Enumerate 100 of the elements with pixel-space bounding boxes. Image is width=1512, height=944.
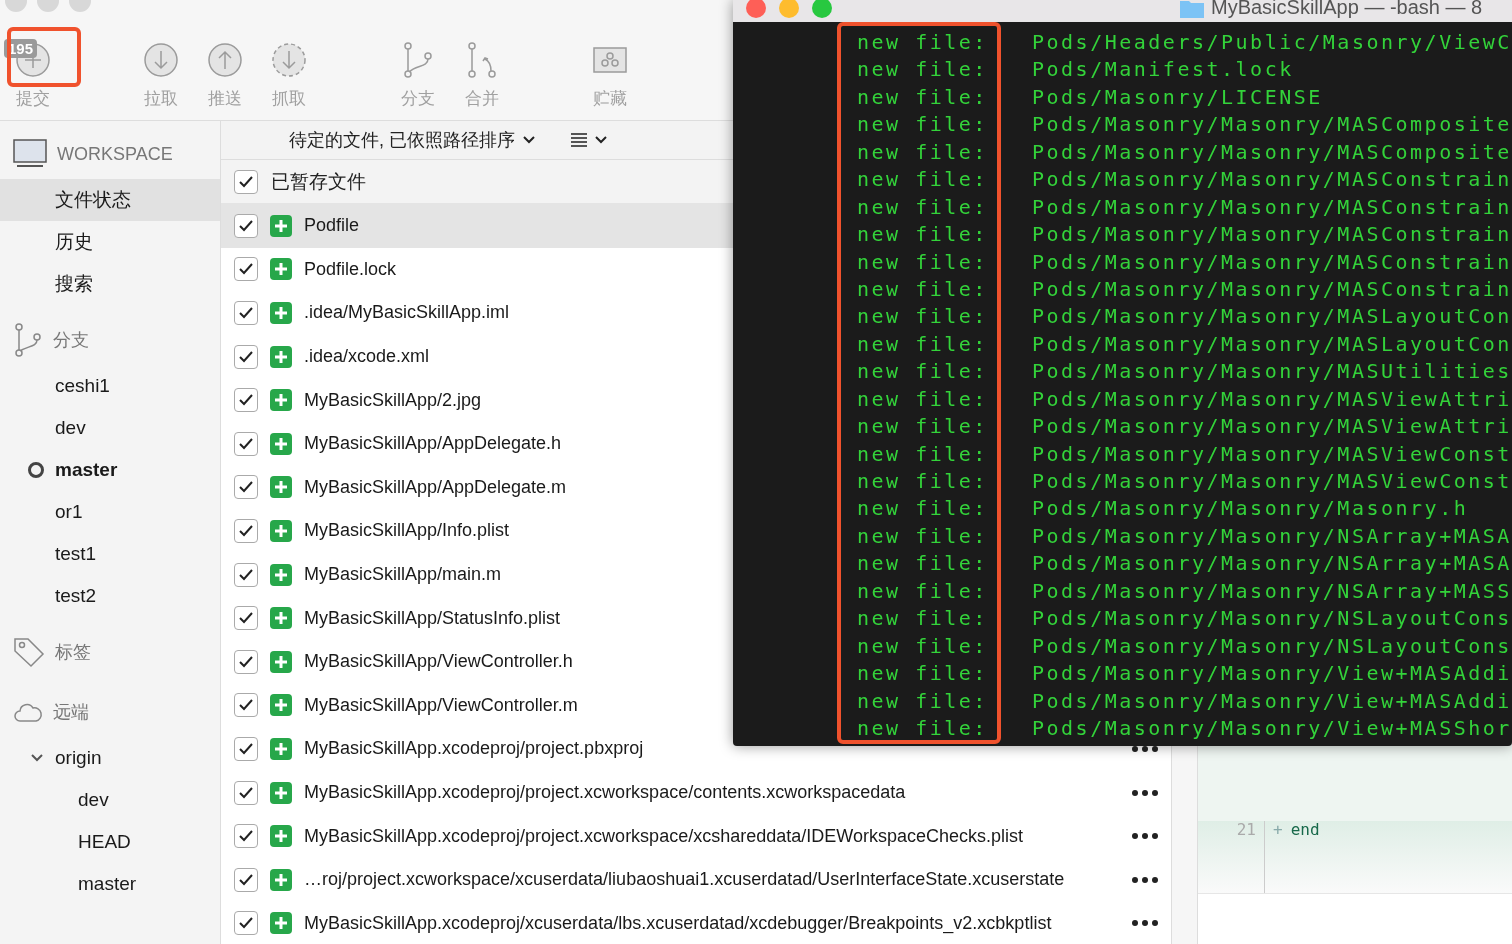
view-mode-dropdown[interactable] — [571, 133, 607, 147]
checkbox[interactable] — [234, 867, 258, 892]
checkmark-icon — [239, 307, 253, 319]
remote-item[interactable]: origin — [0, 737, 220, 779]
checkbox[interactable] — [234, 431, 258, 456]
remote-branch-item[interactable]: dev — [0, 779, 220, 821]
status-text: new file: — [856, 29, 989, 56]
window-title: MyBasicSkillApp — -bash — 8 — [1211, 0, 1483, 19]
file-path: MyBasicSkillApp/AppDelegate.m — [304, 476, 567, 498]
file-path: Pods/Masonry/Masonry/Masonry.h — [1032, 495, 1469, 523]
file-path: Pods/Masonry/Masonry/MASConstrain — [1032, 275, 1512, 303]
checkbox[interactable] — [234, 606, 258, 631]
status-text: new file: — [856, 111, 989, 139]
status-text: new file: — [856, 248, 989, 276]
chevron-icon — [31, 754, 43, 762]
branch-item[interactable]: ceshi1 — [0, 365, 220, 407]
checkbox[interactable] — [234, 736, 258, 761]
current-branch-icon — [28, 462, 44, 478]
checkbox[interactable] — [234, 693, 258, 718]
status-text: new file: — [856, 632, 989, 660]
checkbox[interactable] — [234, 780, 258, 805]
checkmark-icon — [239, 263, 253, 276]
status-text: new file: — [856, 56, 989, 84]
added-file-icon — [270, 476, 292, 499]
checkbox[interactable] — [234, 213, 258, 238]
file-path: Pods/Masonry/Masonry/NSLayoutCons — [1032, 605, 1512, 633]
checkbox[interactable] — [234, 518, 258, 543]
group-header: 已暂存文件 — [271, 169, 366, 194]
file-path: Podfile — [304, 215, 360, 237]
remote-branch-item[interactable]: master — [0, 863, 220, 905]
file-path: Pods/Masonry/Masonry/MASLayoutCon — [1032, 303, 1512, 331]
file-path: Pods/Masonry/Masonry/MASConstrain — [1032, 166, 1512, 194]
more-button[interactable] — [1132, 876, 1158, 883]
file-path: Pods/Headers/Public/Masonry/ViewC — [1032, 29, 1512, 56]
file-row[interactable]: Podfile — [221, 204, 733, 248]
file-path: Pods/Masonry/Masonry/MASViewAttri — [1032, 385, 1512, 413]
file-path: Pods/Masonry/Masonry/View+MASShor — [1032, 714, 1512, 742]
file-path: Pods/Masonry/Masonry/MASComposite — [1032, 111, 1512, 139]
more-button[interactable] — [1132, 833, 1158, 840]
remote-branch-item[interactable]: HEAD — [0, 821, 220, 863]
checkbox[interactable] — [234, 824, 258, 849]
chevron-down-icon — [523, 136, 535, 144]
added-file-icon — [270, 912, 292, 935]
checkmark-icon — [239, 873, 253, 886]
status-text: new file: — [856, 385, 989, 413]
more-button[interactable] — [1132, 920, 1158, 927]
checkbox[interactable] — [234, 169, 258, 194]
branch-item[interactable]: or1 — [0, 491, 220, 533]
checkmark-icon — [239, 612, 253, 625]
checkbox[interactable] — [234, 475, 258, 500]
file-path: Pods/Masonry/Masonry/MASViewAttri — [1032, 413, 1512, 441]
sort-dropdown[interactable]: 待定的文件, 已依照路径排序 — [289, 128, 535, 152]
status-text: new file: — [856, 330, 989, 358]
status-text: new file: — [856, 577, 989, 605]
status-text: new file: — [856, 550, 989, 578]
list-icon — [571, 133, 587, 147]
file-path: MyBasicSkillApp.xcodeproj/xcuserdata/lbs.xcuserdatad/xcdebugger/Breakpoints_v2.xcbkptlist — [304, 912, 1052, 934]
checkbox[interactable] — [234, 344, 258, 369]
checkmark-icon — [239, 917, 253, 930]
checkmark-icon — [239, 437, 253, 450]
file-path: Pods/Masonry/Masonry/MASConstrain — [1032, 193, 1512, 221]
checkbox[interactable] — [234, 911, 258, 936]
section-title: 标签 — [55, 641, 91, 664]
file-path: Pods/Masonry/Masonry/NSLayoutCons — [1032, 632, 1512, 660]
branch-item[interactable]: dev — [0, 407, 220, 449]
status-text: new file: — [856, 660, 989, 688]
checkmark-icon — [239, 394, 253, 407]
branch-item[interactable]: test2 — [0, 575, 220, 617]
cloud-icon — [13, 701, 43, 723]
checkmark-icon — [239, 830, 253, 843]
tag-icon — [13, 636, 45, 668]
file-path: Pods/Masonry/Masonry/NSArray+MASS — [1032, 577, 1512, 605]
more-button[interactable] — [1132, 745, 1158, 752]
file-path: Pods/Masonry/Masonry/MASViewConst — [1032, 468, 1512, 495]
checkbox[interactable] — [234, 301, 258, 325]
file-path: Pods/Masonry/Masonry/NSArray+MASA — [1032, 550, 1512, 578]
monitor-icon — [13, 139, 47, 169]
checkbox[interactable] — [234, 257, 258, 282]
chevron-down-icon — [595, 136, 607, 144]
nav-item[interactable]: 历史 — [0, 221, 220, 263]
status-text: new file: — [856, 221, 989, 249]
nav-item[interactable]: 文件状态 — [0, 179, 220, 221]
checkmark-icon — [239, 568, 253, 581]
status-text: new file: — [856, 468, 989, 495]
branch-item[interactable]: master — [0, 449, 220, 491]
checkbox[interactable] — [234, 562, 258, 587]
file-path: Pods/Manifest.lock — [1032, 56, 1294, 84]
status-text: new file: — [856, 193, 989, 221]
file-path: MyBasicSkillApp.xcodeproj/project.xcworkspace/xcshareddata/IDEWorkspaceChecks.plist — [304, 825, 1023, 847]
checkbox[interactable] — [234, 388, 258, 413]
branch-item[interactable]: test1 — [0, 533, 220, 575]
file-path: Pods/Masonry/Masonry/MASComposite — [1032, 138, 1512, 166]
checkmark-icon — [239, 350, 253, 363]
checkbox[interactable] — [234, 649, 258, 674]
added-file-icon — [270, 214, 292, 237]
nav-item[interactable]: 搜索 — [0, 263, 220, 305]
status-text: new file: — [856, 605, 989, 633]
file-path: …roj/project.xcworkspace/xcuserdata/liubaoshuai1.xcuserdatad/UserInterfaceState.xcuserstate — [304, 869, 1065, 891]
checkmark-icon — [239, 742, 253, 755]
more-button[interactable] — [1132, 789, 1158, 796]
